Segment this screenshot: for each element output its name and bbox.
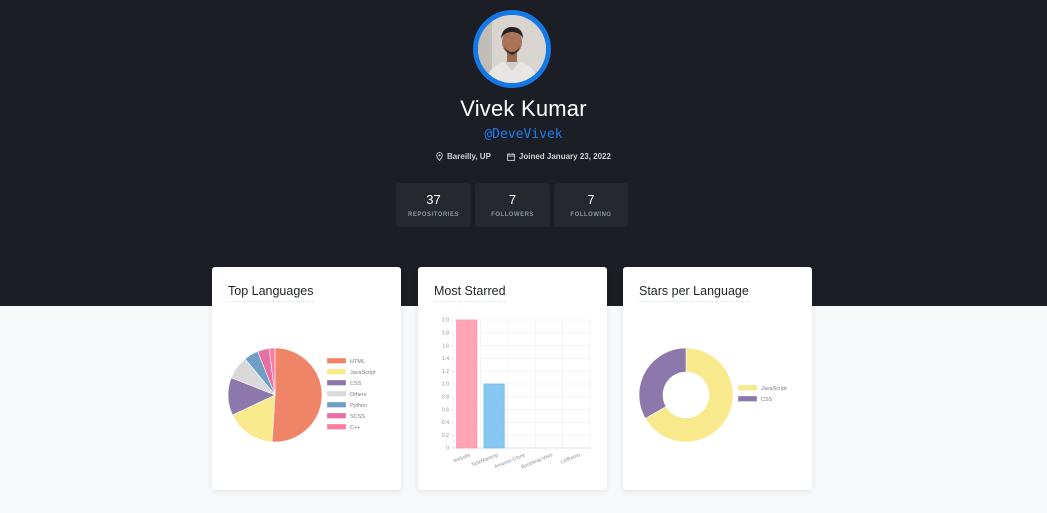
y-tick-label: 0.2: [442, 433, 449, 439]
bar-taskmarking[interactable]: [483, 383, 505, 449]
profile-header: Vivek Kumar @DeveVivek Bareilly, UP Join…: [0, 0, 1047, 306]
profile-meta: Bareilly, UP Joined January 23, 2022: [0, 152, 1047, 161]
legend-label-others[interactable]: Others: [350, 392, 367, 398]
legend-label-javascript[interactable]: JavaScript: [761, 386, 787, 392]
legend-label-css[interactable]: CSS: [350, 381, 362, 387]
y-tick-label: 1.8: [442, 331, 449, 337]
stars-per-language-doughnut-chart: JavaScript CSS: [638, 347, 787, 443]
most-starred-card: Most Starred 2.0 1.8 1.6 1.4 1.2 1.0 0.8 0.6 0.4…: [418, 267, 607, 490]
x-tick-label: Website: [453, 452, 472, 464]
legend-label-python[interactable]: Python: [350, 403, 367, 409]
y-tick-label: 1.6: [442, 343, 449, 349]
legend-swatch-css: [326, 379, 347, 386]
bar-website[interactable]: [456, 319, 478, 449]
stat-value: 37: [426, 192, 441, 207]
stat-label: FOLLOWERS: [491, 212, 534, 218]
legend-swatch-c: [326, 423, 347, 430]
stars-per-language-card: Stars per Language JavaScript CSS: [623, 267, 812, 490]
joined-info: Joined January 23, 2022: [507, 152, 611, 161]
legend-label-html[interactable]: HTML: [350, 359, 365, 365]
location-info: Bareilly, UP: [436, 152, 491, 161]
legend-label-c[interactable]: C++: [350, 425, 360, 431]
legend-swatch-python: [326, 401, 347, 408]
stat-followers[interactable]: 7 FOLLOWERS: [475, 183, 550, 227]
pie-slice-html[interactable]: [271, 347, 323, 443]
stat-label: FOLLOWING: [570, 212, 612, 218]
stat-following[interactable]: 7 FOLLOWING: [554, 183, 628, 227]
legend-swatch-javascript: [737, 384, 758, 391]
y-tick-label: 1.0: [442, 382, 449, 388]
profile-name: Vivek Kumar: [460, 96, 587, 121]
avatar-ring: [473, 10, 551, 88]
legend-swatch-css: [737, 395, 758, 402]
profile-handle-link[interactable]: @DeveVivek: [0, 127, 1047, 142]
y-tick-label: 1.2: [442, 369, 449, 375]
stat-value: 7: [587, 192, 595, 207]
legend-swatch-html: [326, 357, 347, 364]
location-text: Bareilly, UP: [447, 152, 491, 161]
legend-swatch-javascript: [326, 368, 347, 375]
y-tick-label: 2.0: [442, 318, 449, 324]
legend-label-css[interactable]: CSS: [761, 397, 773, 403]
legend-label-javascript[interactable]: JavaScript: [350, 370, 376, 376]
calendar-icon: [507, 152, 515, 161]
x-tick-label: Bootstrap-Web: [521, 452, 554, 470]
legend-label-scss[interactable]: SCSS: [350, 414, 365, 420]
y-tick-label: 1.4: [442, 356, 449, 362]
stat-label: REPOSITORIES: [408, 212, 459, 218]
top-languages-card: Top Languages HTML JavaScript CSS Others Pyt…: [212, 267, 401, 490]
pie-slice-css[interactable]: [638, 347, 687, 419]
stat-value: 7: [508, 192, 517, 207]
stat-repositories[interactable]: 37 REPOSITORIES: [396, 183, 471, 227]
avatar: [478, 15, 546, 83]
most-starred-bar-chart: 2.01.81.61.41.21.00.80.60.40.20Website Ta…: [442, 318, 591, 470]
joined-text: Joined January 23, 2022: [518, 152, 611, 161]
avatar-image: [478, 15, 546, 83]
y-tick-label: 0.4: [442, 420, 449, 426]
y-tick-label: 0.6: [442, 407, 449, 413]
top-languages-pie-chart: HTML JavaScript CSS Others Python SCSS C++: [227, 347, 376, 443]
stats-row: 37 REPOSITORIES 7 FOLLOWERS 7 FOLLOWING: [396, 183, 628, 227]
y-tick-label: 0.8: [442, 395, 449, 401]
y-tick-label: 0: [446, 446, 449, 452]
legend-swatch-scss: [326, 412, 347, 419]
legend-swatch-others: [326, 390, 347, 397]
x-tick-label: LetRemo: [560, 452, 581, 465]
map-pin-icon: [436, 152, 443, 161]
